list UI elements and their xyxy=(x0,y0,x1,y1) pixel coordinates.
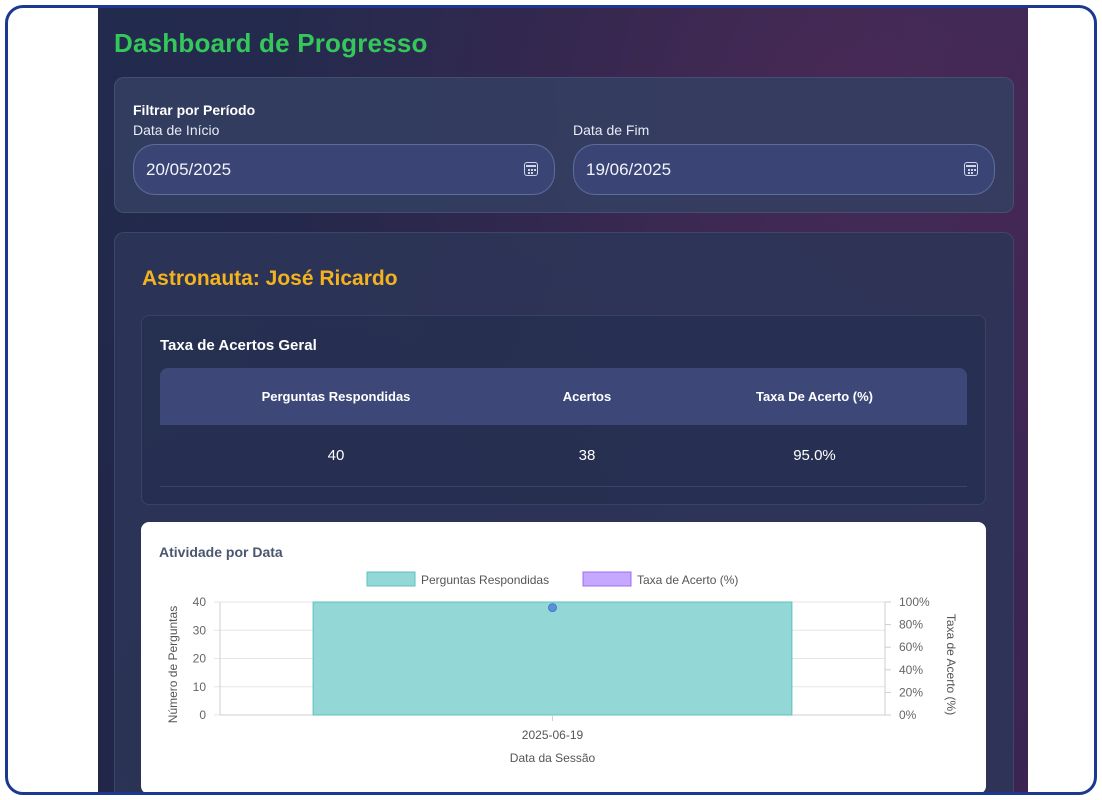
end-date-value: 19/06/2025 xyxy=(586,159,672,179)
calendar-icon[interactable] xyxy=(524,162,538,176)
y-tick-label: 0 xyxy=(199,708,206,722)
start-date-input[interactable]: 20/05/2025 xyxy=(133,144,555,195)
y2-tick-label: 0% xyxy=(899,708,917,722)
activity-chart-card: Atividade por Data 0 10 20 30 40 0% 20% 40% 60% 8… xyxy=(141,522,986,792)
legend-swatch-questions xyxy=(366,571,416,587)
bar xyxy=(312,601,793,716)
y-axis-label: Número de Perguntas xyxy=(166,606,180,723)
x-axis-label: Data da Sessão xyxy=(510,751,596,765)
cell-questions: 40 xyxy=(327,447,345,464)
astronaut-name: Astronauta: José Ricardo xyxy=(142,267,398,290)
y-tick-label: 30 xyxy=(193,623,207,637)
y2-tick-label: 100% xyxy=(899,595,930,609)
y-tick-label: 40 xyxy=(193,595,207,609)
y2-tick-label: 20% xyxy=(899,685,923,699)
legend-swatch-rate xyxy=(582,571,632,587)
y-tick-label: 20 xyxy=(193,652,207,666)
page-title: Dashboard de Progresso xyxy=(114,28,428,58)
start-date-value: 20/05/2025 xyxy=(146,159,232,179)
end-date-label: Data de Fim xyxy=(573,122,650,138)
filter-title: Filtrar por Período xyxy=(133,102,256,118)
table-header: Perguntas Respondidas Acertos Taxa De Ac… xyxy=(160,368,967,425)
rate-point xyxy=(548,603,557,613)
header-questions: Perguntas Respondidas xyxy=(261,389,411,404)
header-rate: Taxa De Acerto (%) xyxy=(755,389,874,404)
cell-rate: 95.0% xyxy=(793,447,836,464)
cell-hits: 38 xyxy=(578,447,596,464)
y2-tick-label: 60% xyxy=(899,640,923,654)
table-row: 40 38 95.0% xyxy=(160,425,967,487)
rate-card-title: Taxa de Acertos Geral xyxy=(160,337,317,354)
x-tick-label: 2025-06-19 xyxy=(522,728,584,742)
y2-tick-label: 80% xyxy=(899,618,923,632)
window-frame: Dashboard de Progresso Filtrar por Perío… xyxy=(5,5,1097,795)
header-hits: Acertos xyxy=(562,389,612,404)
overall-rate-card: Taxa de Acertos Geral Perguntas Respondi… xyxy=(141,315,986,505)
app-container: Dashboard de Progresso Filtrar por Perío… xyxy=(98,8,1028,792)
y2-tick-label: 40% xyxy=(899,663,923,677)
end-date-input[interactable]: 19/06/2025 xyxy=(573,144,995,195)
rate-table: Perguntas Respondidas Acertos Taxa De Ac… xyxy=(160,368,967,487)
astronaut-card: Astronauta: José Ricardo Taxa de Acertos… xyxy=(114,232,1014,792)
y2-axis-label: Taxa de Acerto (%) xyxy=(944,614,958,715)
calendar-icon[interactable] xyxy=(964,162,978,176)
start-date-label: Data de Início xyxy=(133,122,220,138)
activity-chart: 0 10 20 30 40 0% 20% 40% 60% 80% 100% 2025-06-19 Dat… xyxy=(166,571,958,765)
period-filter-card: Filtrar por Período Data de Início Data … xyxy=(114,77,1014,213)
legend-label-rate: Taxa de Acerto (%) xyxy=(637,573,738,587)
y-tick-label: 10 xyxy=(193,680,207,694)
legend-label-questions: Perguntas Respondidas xyxy=(421,573,549,587)
